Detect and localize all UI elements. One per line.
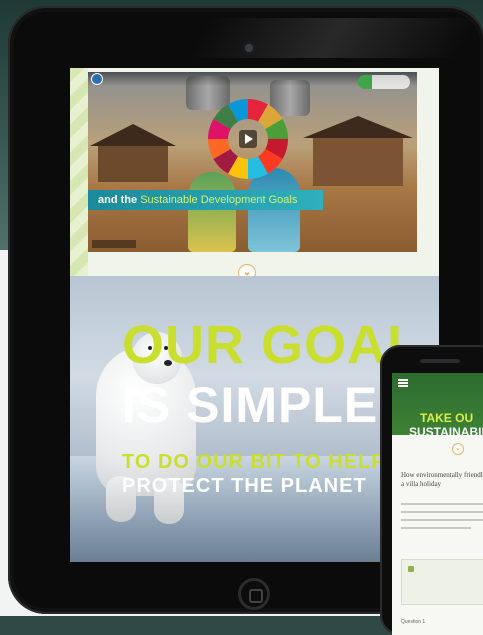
menu-icon[interactable] [398,379,408,381]
hut-roof [303,116,413,138]
tablet-glare [186,18,480,58]
banner-prefix: and the [98,194,138,206]
brand-logo [358,75,410,89]
text-line [401,519,483,521]
headline-our-goal: OUR GOAL [122,315,421,375]
channel-avatar[interactable] [92,74,102,84]
home-button[interactable] [238,578,270,610]
person [188,172,236,252]
phone-screen: TAKE OU SUSTAINABILIT ⌄ How environmenta… [392,373,483,635]
camera-icon [245,44,253,52]
decorative-stripe [70,68,88,278]
phone-device: TAKE OU SUSTAINABILIT ⌄ How environmenta… [380,345,483,635]
info-card [401,559,483,605]
video-watermark[interactable] [92,240,136,248]
headline-is-simple: IS SIMPLE [122,377,379,433]
info-icon [408,566,414,572]
phone-speaker [420,359,460,363]
phone-title-line1: TAKE OU [420,411,474,425]
play-icon[interactable] [239,130,257,148]
text-line [401,527,471,529]
question-label: Question 1 [401,619,426,625]
tagline-do-our-bit: TO DO OUR BIT TO HELP [122,451,386,473]
phone-header: TAKE OU SUSTAINABILIT [392,373,483,439]
tagline-protect-planet: PROTECT THE PLANET [122,475,367,497]
video-player[interactable]: and the Sustainable Development Goals [88,72,417,252]
banner-highlight: Sustainable Development Goals [140,194,298,206]
quiz-question: How environmentally friendly a villa hol… [401,471,483,489]
text-line [401,511,483,513]
hut [98,142,168,182]
phone-title-line2: SUSTAINABILIT [409,425,483,439]
sdg-banner: and the Sustainable Development Goals [88,190,323,210]
hut [313,134,403,186]
text-line [401,503,483,505]
chevron-down-icon[interactable]: ⌄ [452,443,464,455]
hut-roof [90,124,176,146]
